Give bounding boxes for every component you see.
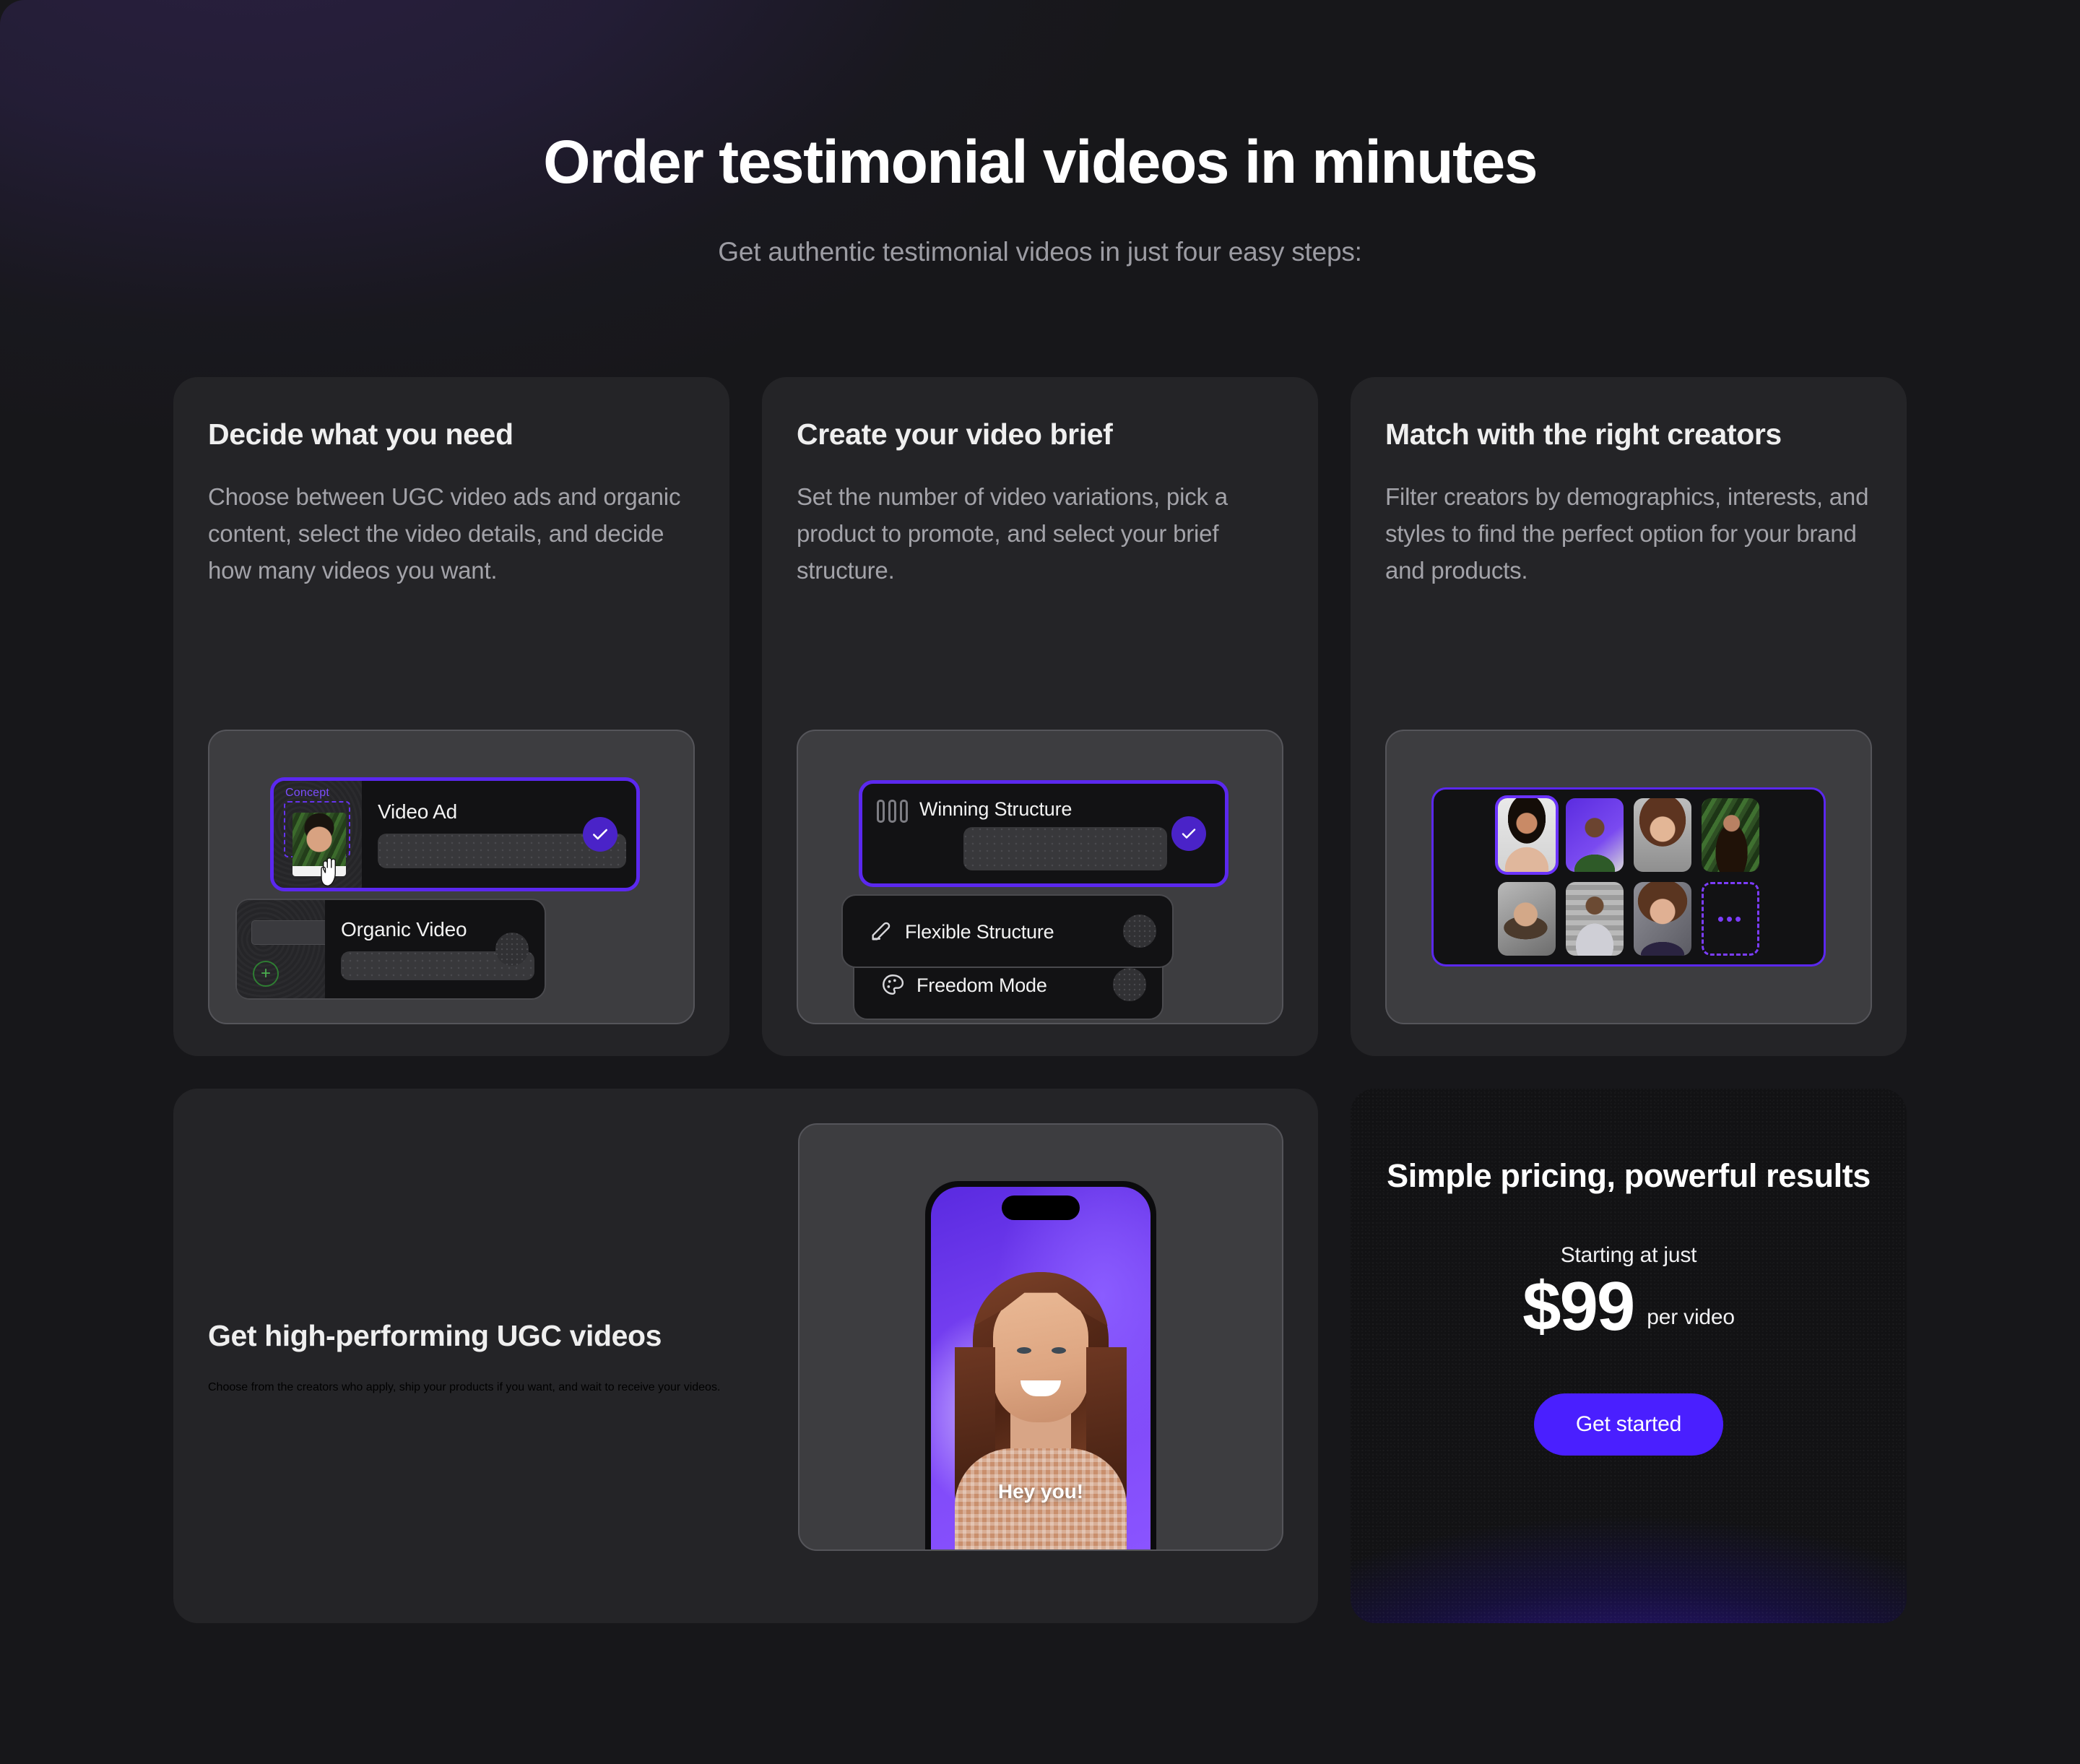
check-glyph	[593, 829, 607, 840]
page-root: Order testimonial videos in minutes Get …	[0, 0, 2080, 1764]
step-card-creators: Match with the right creators Filter cre…	[1351, 377, 1907, 1056]
pricing-card: Simple pricing, powerful results Startin…	[1351, 1089, 1907, 1623]
creator-avatar[interactable]	[1702, 798, 1759, 872]
mockup-panel-phone-preview: Hey you!	[798, 1123, 1283, 1551]
page-subtitle: Get authentic testimonial videos in just…	[718, 237, 1362, 267]
page-title: Order testimonial videos in minutes	[543, 128, 1538, 196]
avatar-figure	[1566, 798, 1624, 872]
pricing-unit: per video	[1647, 1305, 1735, 1329]
figure-face	[993, 1289, 1088, 1422]
video-caption: Hey you!	[997, 1480, 1084, 1503]
hero-section: Order testimonial videos in minutes Get …	[0, 0, 2080, 267]
creator-selection-frame: •••	[1431, 787, 1826, 967]
pricing-starting-label: Starting at just	[1560, 1242, 1697, 1267]
pencil-icon	[872, 922, 890, 941]
pricing-amount: $99	[1522, 1267, 1635, 1345]
option-row-flexible-structure[interactable]: Flexible Structure	[841, 894, 1174, 968]
get-started-button[interactable]: Get started	[1533, 1393, 1724, 1456]
more-creators-button[interactable]: •••	[1702, 882, 1759, 956]
steps-row-bottom: Get high-performing UGC videos Choose fr…	[173, 1089, 1907, 1623]
radio-toggle-icon[interactable]	[495, 933, 529, 966]
step-title: Get high-performing UGC videos	[208, 1318, 662, 1352]
creator-avatar[interactable]	[1634, 798, 1691, 872]
option-row-winning-structure[interactable]: Winning Structure	[859, 780, 1228, 887]
phone-screen: Hey you!	[931, 1187, 1150, 1549]
creator-avatar[interactable]	[1495, 795, 1559, 875]
avatar-figure	[1702, 798, 1759, 872]
option-thumbnail: +	[237, 900, 325, 998]
step-description: Choose between UGC video ads and organic…	[208, 483, 681, 584]
creator-avatar[interactable]	[1498, 882, 1556, 956]
option-label: Flexible Structure	[905, 920, 1054, 943]
mockup-panel-creator-grid: •••	[1385, 730, 1872, 1024]
hand-cursor-icon	[321, 857, 336, 886]
step-title: Create your video brief	[797, 418, 1113, 451]
checkmark-icon[interactable]	[1171, 816, 1206, 851]
avatar-figure	[1566, 882, 1624, 956]
step-description: Set the number of video variations, pick…	[797, 483, 1228, 584]
option-label: Freedom Mode	[916, 974, 1047, 996]
option-placeholder-bar	[963, 827, 1167, 870]
three-bars-icon	[877, 800, 908, 823]
creator-avatar[interactable]	[1566, 882, 1624, 956]
thumbnail-texture	[237, 900, 325, 998]
mockup-panel-brief-structure: Freedom Mode Flexible Structure Winning …	[797, 730, 1283, 1024]
option-row-organic-video[interactable]: + Organic Video	[235, 899, 546, 1000]
avatar-figure	[1498, 882, 1556, 956]
steps-grid: Decide what you need Choose between UGC …	[173, 377, 1907, 1623]
creator-avatar[interactable]	[1566, 798, 1624, 872]
more-creators-label: •••	[1717, 907, 1744, 930]
check-glyph	[1182, 829, 1196, 839]
step-card-decide: Decide what you need Choose between UGC …	[173, 377, 729, 1056]
avatar-figure	[1634, 882, 1691, 956]
checkmark-icon[interactable]	[583, 817, 618, 852]
pricing-title: Simple pricing, powerful results	[1387, 1157, 1871, 1194]
avatar-figure	[1498, 798, 1556, 872]
phone-frame: Hey you!	[925, 1181, 1156, 1549]
radio-toggle-icon[interactable]	[1123, 915, 1156, 948]
plus-icon[interactable]: +	[253, 961, 279, 987]
concept-label: Concept	[285, 787, 329, 799]
figure-eye-left	[1017, 1347, 1031, 1354]
creator-avatar[interactable]	[1634, 882, 1691, 956]
figure-eye-right	[1052, 1347, 1066, 1354]
radio-toggle-icon[interactable]	[1113, 968, 1146, 1001]
step-text-block: Get high-performing UGC videos Choose fr…	[173, 1318, 737, 1394]
pricing-amount-row: $99 per video	[1522, 1267, 1735, 1345]
creator-grid: •••	[1495, 795, 1759, 956]
step-description: Filter creators by demographics, interes…	[1385, 483, 1869, 584]
mockup-panel-video-type: + Organic Video Concept Video Ad	[208, 730, 695, 1024]
thumbnail-placeholder-bar	[251, 920, 325, 945]
steps-row-top: Decide what you need Choose between UGC …	[173, 377, 1907, 1056]
avatar-figure	[1634, 798, 1691, 872]
step-description: Choose from the creators who apply, ship…	[208, 1381, 721, 1393]
step-card-receive-videos: Get high-performing UGC videos Choose fr…	[173, 1089, 1318, 1623]
option-label: Winning Structure	[919, 798, 1072, 820]
step-card-brief: Create your video brief Set the number o…	[762, 377, 1318, 1056]
step-title: Match with the right creators	[1385, 418, 1782, 451]
step-title: Decide what you need	[208, 418, 514, 451]
phone-notch	[1002, 1196, 1080, 1220]
option-row-video-ad[interactable]: Concept Video Ad	[270, 777, 640, 891]
option-thumbnail: Concept	[274, 781, 362, 888]
palette-icon	[883, 974, 904, 995]
